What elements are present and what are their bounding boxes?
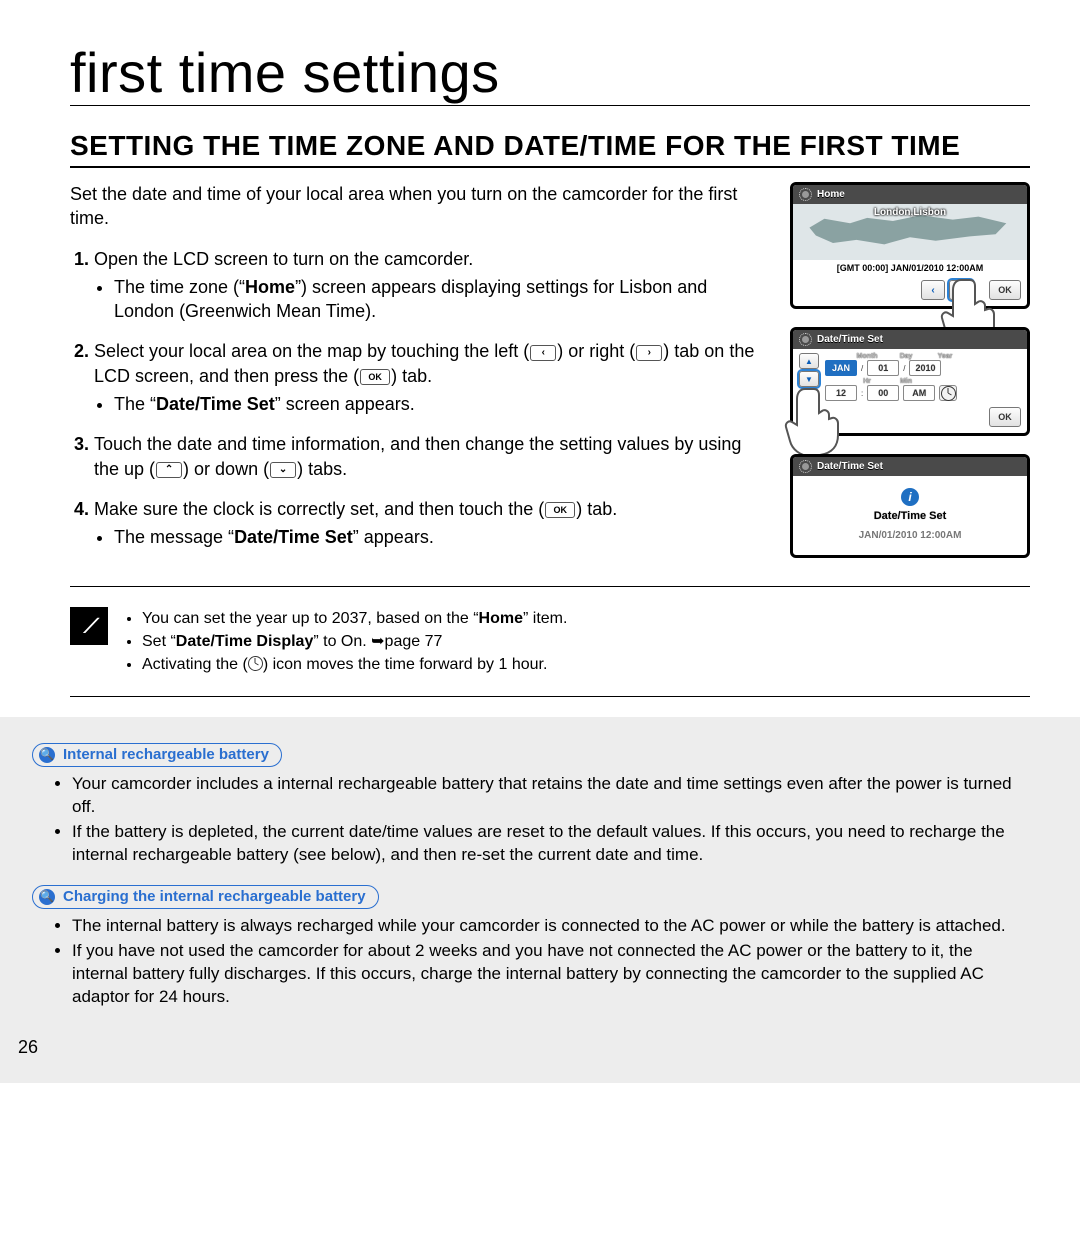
magnifier-icon: 🔍 (39, 889, 55, 905)
figure-confirm-header: Date/Time Set (817, 461, 883, 472)
figure-confirm-title: Date/Time Set (799, 510, 1021, 522)
figure-home-header: Home (817, 189, 845, 200)
page-title: first time settings (70, 40, 1030, 106)
up-button[interactable]: ▲ (799, 353, 819, 369)
intro-text: Set the date and time of your local area… (70, 182, 766, 231)
info-item: Your camcorder includes a internal recha… (72, 773, 1030, 819)
right-arrow-icon: › (636, 345, 662, 361)
figure-confirm-value: JAN/01/2010 12:00AM (799, 530, 1021, 541)
note-icon: ⁄⁄ (70, 607, 108, 645)
gear-icon (799, 188, 812, 201)
minute-field[interactable]: 00 (867, 385, 899, 401)
ampm-field[interactable]: AM (903, 385, 935, 401)
ok-button[interactable]: OK (989, 407, 1021, 427)
up-arrow-icon: ⌃ (156, 462, 182, 478)
step-1-text: Open the LCD screen to turn on the camco… (94, 249, 473, 269)
note-item: You can set the year up to 2037, based o… (142, 607, 567, 630)
topic-heading-2: 🔍 Charging the internal rechargeable bat… (32, 885, 379, 909)
step-2-sub: The “Date/Time Set” screen appears. (114, 392, 766, 416)
dst-icon (248, 656, 263, 671)
page-number: 26 (18, 1035, 38, 1059)
step-2-text: Select your local area on the map by tou… (94, 341, 754, 385)
info-item: The internal battery is always recharged… (72, 915, 1030, 938)
figure-confirm-screen: Date/Time Set i Date/Time Set JAN/01/201… (790, 454, 1030, 558)
hand-pointer-icon (784, 383, 844, 458)
info-box: 🔍 Internal rechargeable battery Your cam… (0, 717, 1080, 1083)
step-1-sub: The time zone (“Home”) screen appears di… (114, 275, 766, 324)
step-4-sub: The message “Date/Time Set” appears. (114, 525, 766, 549)
day-field[interactable]: 01 (867, 360, 899, 376)
step-4-text: Make sure the clock is correctly set, an… (94, 499, 617, 519)
magnifier-icon: 🔍 (39, 747, 55, 763)
gear-icon (799, 333, 812, 346)
step-3-text: Touch the date and time information, and… (94, 434, 741, 478)
dst-icon[interactable] (939, 385, 957, 401)
note-item: Activating the () icon moves the time fo… (142, 653, 567, 676)
step-2: Select your local area on the map by tou… (94, 339, 766, 416)
month-field[interactable]: JAN (825, 360, 857, 376)
note-box: ⁄⁄ You can set the year up to 2037, base… (70, 607, 1030, 677)
ok-icon: OK (360, 369, 390, 385)
gear-icon (799, 460, 812, 473)
year-field[interactable]: 2010 (909, 360, 941, 376)
ok-icon: OK (545, 502, 575, 518)
info-icon: i (901, 488, 919, 506)
figure-home-city: London,Lisbon (793, 207, 1027, 218)
left-arrow-icon: ‹ (530, 345, 556, 361)
info-item: If you have not used the camcorder for a… (72, 940, 1030, 1009)
section-heading: SETTING THE TIME ZONE AND DATE/TIME FOR … (70, 130, 1030, 168)
step-3: Touch the date and time information, and… (94, 432, 766, 481)
note-item: Set “Date/Time Display” to On. ➥page 77 (142, 630, 567, 653)
step-4: Make sure the clock is correctly set, an… (94, 497, 766, 550)
figure-datetime-header: Date/Time Set (817, 334, 883, 345)
down-arrow-icon: ⌄ (270, 462, 296, 478)
info-item: If the battery is depleted, the current … (72, 821, 1030, 867)
step-1: Open the LCD screen to turn on the camco… (94, 247, 766, 324)
topic-heading-1: 🔍 Internal rechargeable battery (32, 743, 282, 767)
steps-list: Open the LCD screen to turn on the camco… (70, 247, 766, 550)
